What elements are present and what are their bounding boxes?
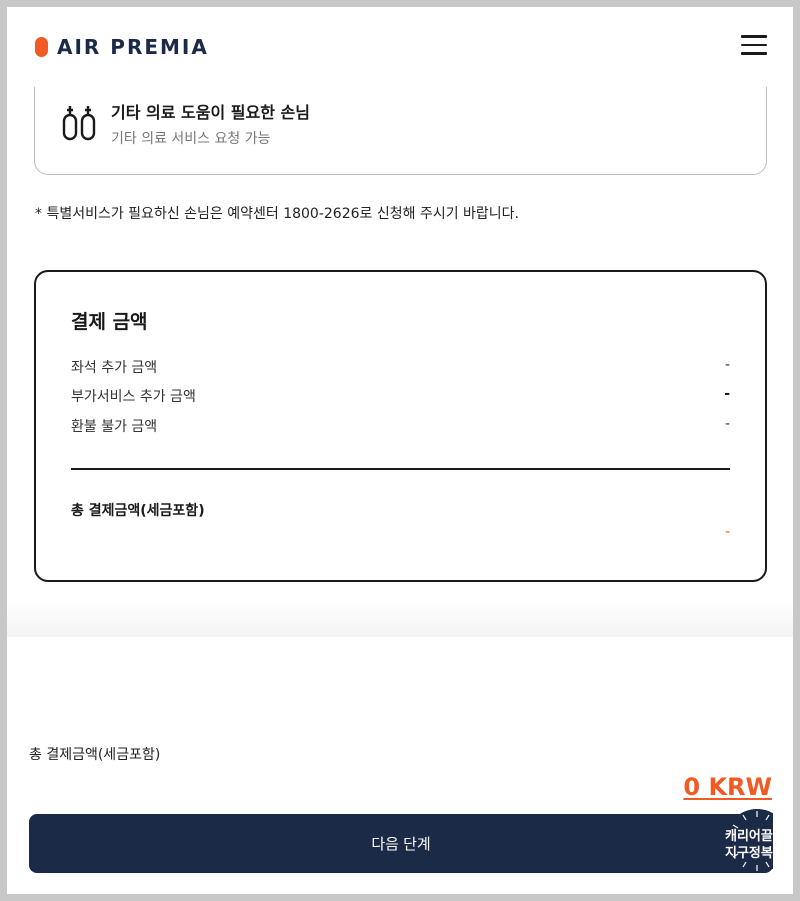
total-value: - [724, 524, 730, 540]
special-service-notice: * 특별서비스가 필요하신 손님은 예약센터 1800-2626로 신청해 주시… [35, 206, 519, 222]
promo-badge[interactable]: 캐리어끌 지구정복 [725, 809, 773, 873]
service-subtitle: 기타 의료 서비스 요청 가능 [111, 131, 271, 147]
promo-badge-text: 캐리어끌 지구정복 [725, 828, 773, 862]
logo-text: AIR PREMIA [57, 35, 209, 59]
page-frame: AIR PREMIA 기타 의료 도움이 필요한 손님 기타 의료 서비스 요청… [7, 7, 793, 894]
logo-mark [35, 37, 48, 57]
ancillary-fee-label: 부가서비스 추가 금액 [71, 389, 196, 405]
bottom-checkout-bar: 총 결제금액(세금포함) 0 KRW 다음 단계 캐리어끌 지구정복 [7, 637, 793, 894]
oxygen-tanks-icon [62, 106, 96, 141]
logo[interactable]: AIR PREMIA [35, 35, 209, 59]
header: AIR PREMIA [7, 7, 793, 87]
seat-fee-value: - [724, 357, 730, 373]
nonrefundable-value: - [724, 416, 730, 432]
divider [71, 468, 730, 470]
promo-badge-line2: 지구정복 [725, 846, 773, 861]
bottom-total-label: 총 결제금액(세금포함) [29, 747, 161, 763]
hamburger-menu-icon[interactable] [741, 34, 767, 56]
next-step-button[interactable]: 다음 단계 [29, 814, 773, 873]
seat-fee-label: 좌석 추가 금액 [71, 360, 158, 376]
nonrefundable-row: 환불 불가 금액 - [71, 416, 730, 436]
promo-badge-line1: 캐리어끌 [725, 829, 773, 844]
ancillary-fee-value: - [724, 386, 730, 402]
payment-title: 결제 금액 [71, 311, 148, 333]
nonrefundable-label: 환불 불가 금액 [71, 419, 158, 435]
seat-fee-row: 좌석 추가 금액 - [71, 357, 730, 377]
ancillary-fee-row: 부가서비스 추가 금액 - [71, 386, 730, 406]
section-fade [7, 602, 793, 637]
payment-summary: 결제 금액 좌석 추가 금액 - 부가서비스 추가 금액 - 환불 불가 금액 … [34, 270, 767, 582]
service-title: 기타 의료 도움이 필요한 손님 [111, 103, 310, 122]
bottom-total-amount: 0 KRW [683, 773, 772, 801]
total-label: 총 결제금액(세금포함) [71, 503, 205, 519]
